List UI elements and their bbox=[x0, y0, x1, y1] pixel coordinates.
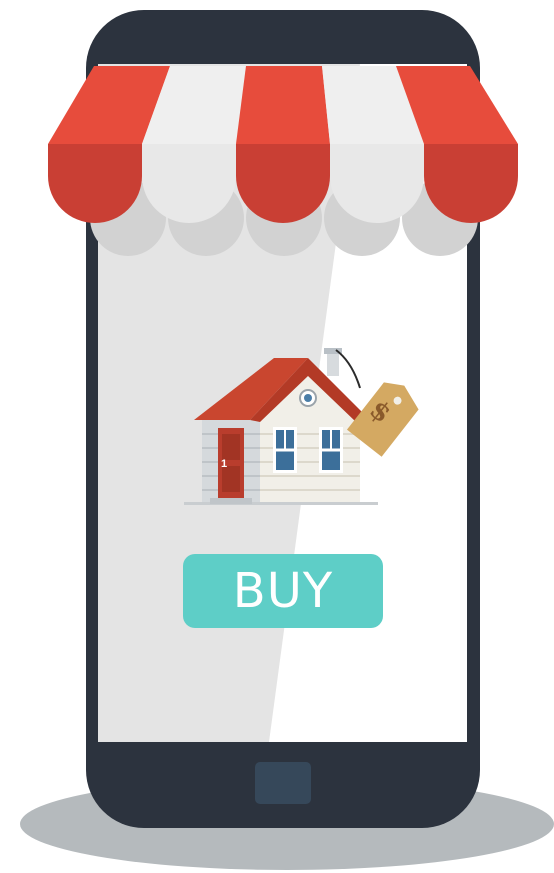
storefront-awning-icon bbox=[48, 66, 518, 256]
house-icon bbox=[184, 348, 419, 505]
mobile-shop-illustration: 1 $ BUY bbox=[0, 0, 554, 873]
buy-button[interactable]: BUY bbox=[183, 554, 383, 628]
door-number: 1 bbox=[221, 458, 228, 470]
home-button[interactable] bbox=[255, 762, 311, 804]
